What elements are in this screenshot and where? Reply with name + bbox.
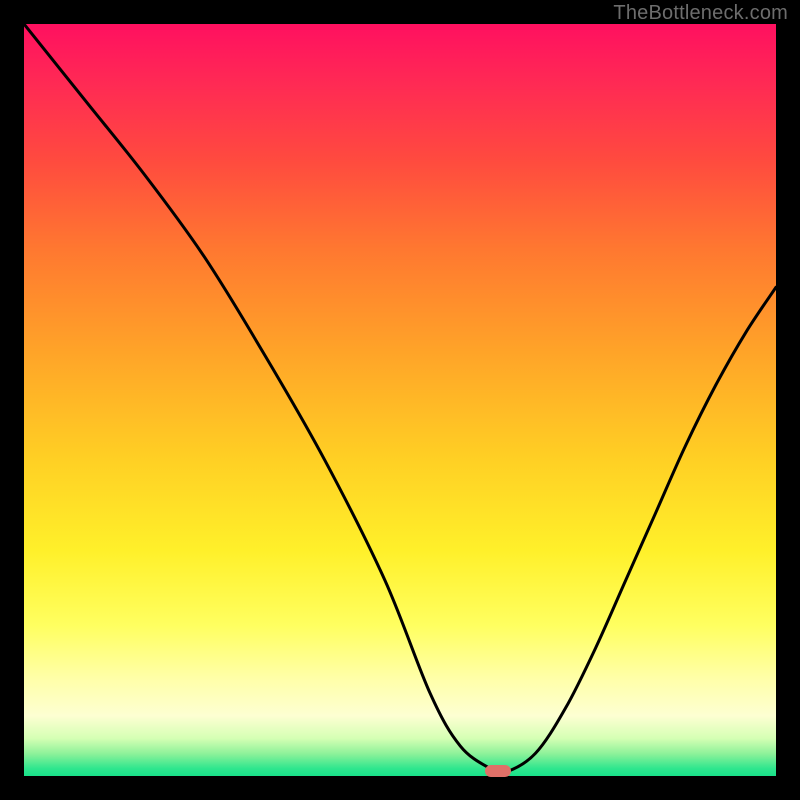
watermark-text: TheBottleneck.com: [613, 2, 788, 25]
optimal-point-marker: [485, 765, 511, 777]
chart-frame: [24, 24, 776, 776]
chart-gradient-background: [24, 24, 776, 776]
